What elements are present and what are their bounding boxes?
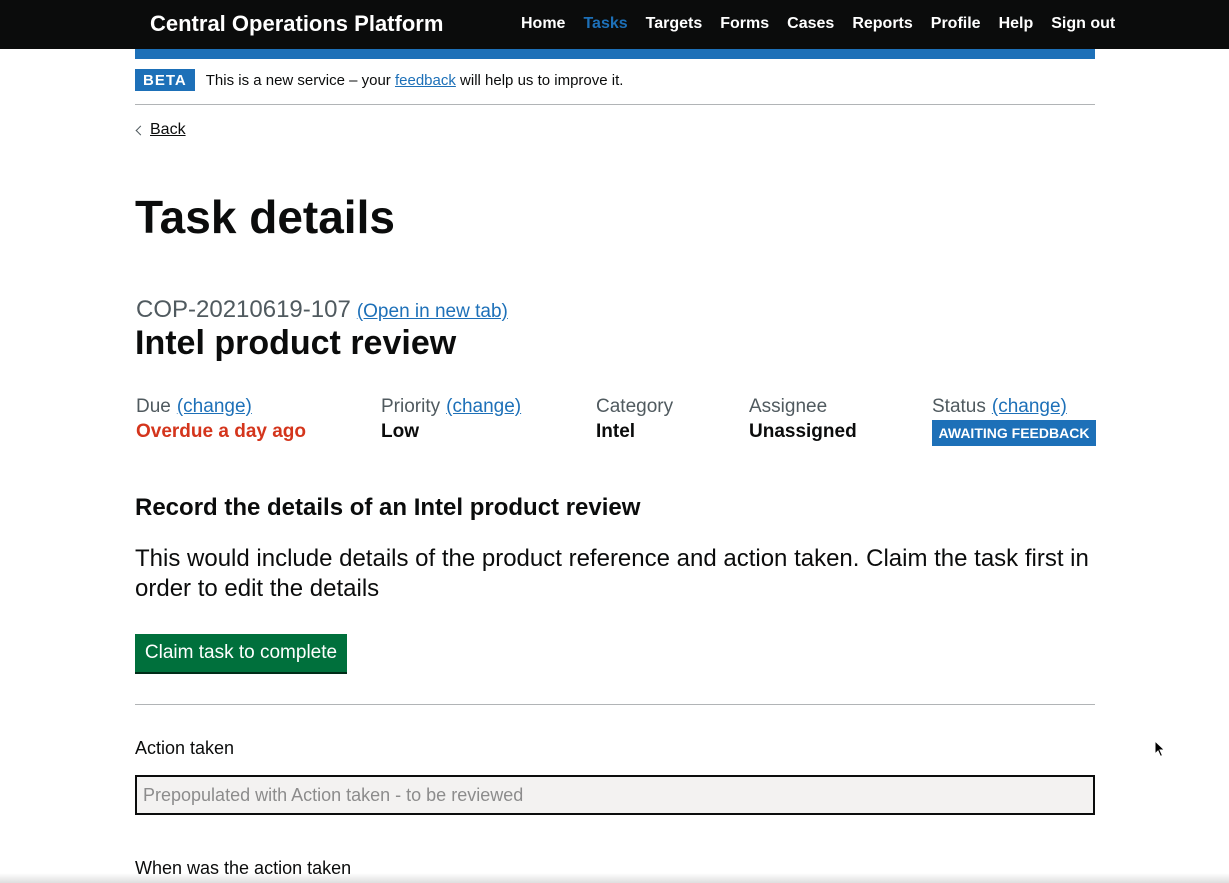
category-value: Intel: [596, 421, 636, 442]
beta-tag: BETA: [135, 69, 195, 91]
nav-tasks[interactable]: Tasks: [583, 15, 627, 33]
open-in-new-tab-link[interactable]: (Open in new tab): [357, 301, 508, 323]
header: Central Operations Platform Home Tasks T…: [0, 0, 1229, 49]
section-divider: [135, 704, 1095, 705]
nav-sign-out[interactable]: Sign out: [1051, 15, 1115, 33]
section-heading: Record the details of an Intel product r…: [135, 494, 641, 521]
feedback-link[interactable]: feedback: [395, 72, 456, 89]
task-caption: COP-20210619-107 (Open in new tab): [136, 296, 508, 324]
section-body: This would include details of the produc…: [135, 545, 1089, 602]
nav-targets[interactable]: Targets: [646, 15, 703, 33]
due-label-row: Due (change): [136, 396, 252, 418]
status-label: Status: [932, 396, 986, 417]
nav-home[interactable]: Home: [521, 15, 565, 33]
back-link-container: Back: [135, 121, 186, 139]
nav-help[interactable]: Help: [999, 15, 1034, 33]
due-value: Overdue a day ago: [136, 421, 307, 442]
due-label: Due: [136, 396, 171, 417]
nav-profile[interactable]: Profile: [931, 15, 981, 33]
window-bottom-edge: [0, 873, 1229, 883]
due-change-link[interactable]: (change): [177, 396, 252, 417]
header-accent-bar: [135, 49, 1095, 59]
task-reference: COP-20210619-107: [136, 296, 351, 323]
nav-reports[interactable]: Reports: [852, 15, 912, 33]
chevron-left-icon: [135, 125, 146, 135]
primary-nav: Home Tasks Targets Forms Cases Reports P…: [521, 15, 1115, 33]
action-taken-label: Action taken: [135, 738, 235, 758]
phase-banner: BETA This is a new service – your feedba…: [135, 69, 1095, 91]
page-title: Task details: [135, 191, 395, 243]
mouse-cursor-icon: [1154, 740, 1166, 758]
claim-task-button[interactable]: Claim task to complete: [135, 634, 347, 672]
nav-cases[interactable]: Cases: [787, 15, 834, 33]
service-name-link[interactable]: Central Operations Platform: [150, 11, 443, 37]
assignee-value: Unassigned: [749, 421, 857, 442]
priority-value: Low: [381, 421, 419, 442]
action-taken-input[interactable]: [135, 775, 1095, 815]
priority-label-row: Priority (change): [381, 396, 521, 418]
priority-label: Priority: [381, 396, 441, 417]
phase-text-after: will help us to improve it.: [455, 71, 624, 89]
priority-change-link[interactable]: (change): [446, 396, 521, 417]
status-change-link[interactable]: (change): [992, 396, 1067, 417]
phase-text-before: This is a new service – your: [205, 71, 395, 89]
status-badge: AWAITING FEEDBACK: [932, 420, 1096, 446]
phase-banner-divider: [135, 104, 1095, 105]
assignee-label: Assignee: [749, 396, 828, 417]
task-name: Intel product review: [135, 324, 457, 362]
back-link[interactable]: Back: [150, 121, 186, 139]
status-label-row: Status (change): [932, 396, 1067, 418]
phase-banner-text: This is a new service – your feedback wi…: [206, 72, 624, 89]
nav-forms[interactable]: Forms: [720, 15, 769, 33]
category-label: Category: [596, 396, 674, 417]
